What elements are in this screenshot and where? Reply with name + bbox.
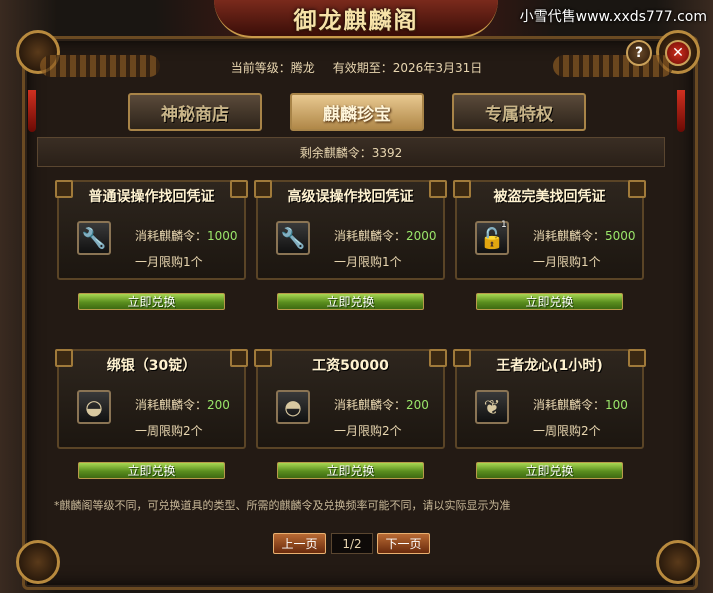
tab-exclusive-privilege[interactable]: 专属特权 (452, 93, 586, 131)
page-indicator: 1/2 (331, 533, 373, 554)
exchange-button[interactable]: 立即兑换 (277, 462, 424, 479)
gold-ingot-icon[interactable]: ◓ (276, 390, 310, 424)
item-title: 绑银（30锭） (55, 349, 248, 375)
silver-ingot-icon[interactable]: ◒ (77, 390, 111, 424)
tab-qilin-treasure[interactable]: 麒麟珍宝 (290, 93, 424, 131)
item-limit: 一月限购2个 (334, 424, 402, 438)
item-grid: 普通误操作找回凭证 🔧 消耗麒麟令：1000 一月限购1个 高级误操作找回凭证 … (37, 172, 665, 517)
window-title: 御龙麒麟阁 (214, 0, 498, 38)
item-title: 被盗完美找回凭证 (453, 180, 646, 206)
item-card: 被盗完美找回凭证 🔓 1 消耗麒麟令：5000 一月限购1个 (453, 180, 646, 280)
exchange-button[interactable]: 立即兑换 (476, 462, 623, 479)
header-info: 当前等级：腾龙 有效期至：2026年3月31日 (0, 59, 713, 76)
item-title: 普通误操作找回凭证 (55, 180, 248, 206)
item-title: 工资50000 (254, 349, 447, 375)
pagination: 上一页 1/2 下一页 (273, 533, 433, 555)
item-card: 普通误操作找回凭证 🔧 消耗麒麟令：1000 一月限购1个 (55, 180, 248, 280)
exchange-button[interactable]: 立即兑换 (78, 293, 225, 310)
watermark-text: 小雪代售www.xxds777.com (519, 9, 707, 25)
item-cost: 消耗麒麟令：2000 (334, 229, 437, 243)
item-limit: 一月限购1个 (533, 255, 601, 269)
wrench-key-icon[interactable]: 🔧 (77, 221, 111, 255)
item-cost: 消耗麒麟令：200 (334, 398, 429, 412)
dragon-heart-icon[interactable]: ❦ (475, 390, 509, 424)
item-limit: 一月限购1个 (135, 255, 203, 269)
item-limit: 一周限购2个 (135, 424, 203, 438)
close-button[interactable]: ✕ (665, 40, 691, 66)
item-cost: 消耗麒麟令：1000 (135, 229, 238, 243)
item-cost: 消耗麒麟令：5000 (533, 229, 636, 243)
exchange-button[interactable]: 立即兑换 (277, 293, 424, 310)
tab-mystery-shop[interactable]: 神秘商店 (128, 93, 262, 131)
tassel-icon (677, 90, 685, 132)
item-title: 王者龙心(1小时) (453, 349, 646, 375)
tab-bar: 神秘商店 麒麟珍宝 专属特权 (128, 93, 586, 131)
prev-page-button[interactable]: 上一页 (273, 533, 326, 554)
item-cost: 消耗麒麟令：200 (135, 398, 230, 412)
expiry-text: 有效期至：2026年3月31日 (332, 61, 483, 75)
help-button[interactable]: ? (626, 40, 652, 66)
exchange-button[interactable]: 立即兑换 (476, 293, 623, 310)
corner-ornament-icon (656, 540, 700, 584)
item-limit: 一周限购2个 (533, 424, 601, 438)
item-title: 高级误操作找回凭证 (254, 180, 447, 206)
item-count: 1 (501, 220, 507, 230)
item-card: 工资50000 ◓ 消耗麒麟令：200 一月限购2个 (254, 349, 447, 449)
tassel-icon (28, 90, 36, 132)
footnote: *麒麟阁等级不同，可兑换道具的类型、所需的麒麟令及兑换频率可能不同，请以实际显示… (54, 499, 511, 512)
wrench-key-icon[interactable]: 🔧 (276, 221, 310, 255)
next-page-button[interactable]: 下一页 (377, 533, 430, 554)
corner-ornament-icon (16, 540, 60, 584)
item-card: 王者龙心(1小时) ❦ 消耗麒麟令：100 一周限购2个 (453, 349, 646, 449)
item-limit: 一月限购1个 (334, 255, 402, 269)
level-text: 当前等级：腾龙 (230, 61, 315, 75)
exchange-button[interactable]: 立即兑换 (78, 462, 225, 479)
item-card: 高级误操作找回凭证 🔧 消耗麒麟令：2000 一月限购1个 (254, 180, 447, 280)
item-card: 绑银（30锭） ◒ 消耗麒麟令：200 一周限购2个 (55, 349, 248, 449)
item-cost: 消耗麒麟令：100 (533, 398, 628, 412)
remaining-tokens: 剩余麒麟令：3392 (37, 137, 665, 167)
